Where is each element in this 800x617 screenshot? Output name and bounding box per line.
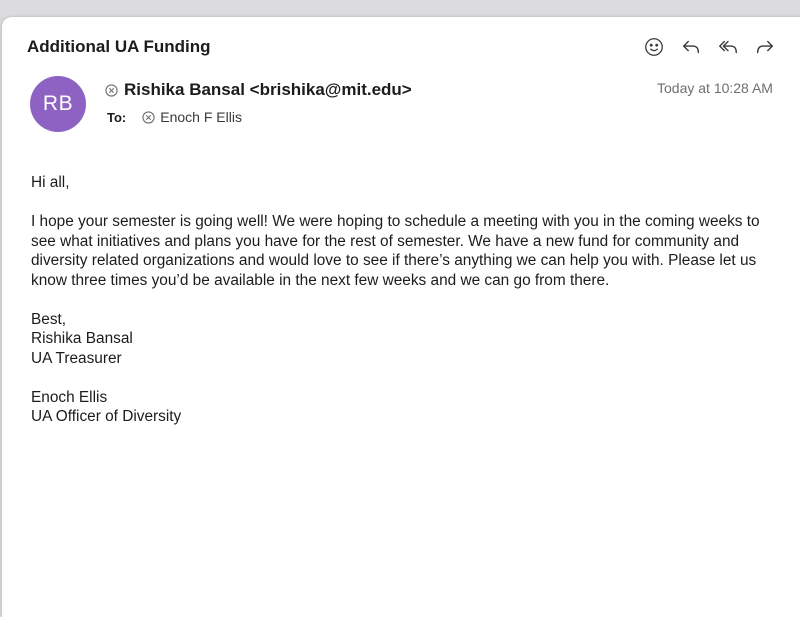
remove-circle-icon[interactable]: [105, 83, 118, 97]
sender-avatar[interactable]: RB: [30, 76, 86, 132]
signature-block-2: Enoch Ellis UA Officer of Diversity: [31, 388, 766, 427]
to-label: To:: [107, 109, 127, 125]
reply-icon[interactable]: [679, 35, 703, 59]
body-paragraph: I hope your semester is going well! We w…: [31, 213, 760, 289]
reply-all-icon[interactable]: [716, 35, 740, 59]
to-row: To: Enoch F Ellis: [107, 109, 242, 125]
message-toolbar: [642, 35, 777, 59]
signature-title-2: UA Officer of Diversity: [31, 408, 182, 425]
closing: Best,: [31, 310, 67, 328]
remove-circle-icon[interactable]: [142, 110, 155, 124]
greeting: Hi all,: [31, 174, 70, 191]
signature-title-1: UA Treasurer: [31, 349, 122, 367]
email-subject: Additional UA Funding: [27, 37, 211, 56]
from-row: Rishika Bansal <brishika@mit.edu>: [105, 80, 412, 100]
recipient-chip[interactable]: Enoch F Ellis: [142, 109, 242, 125]
sender-address[interactable]: Rishika Bansal <brishika@mit.edu>: [124, 80, 412, 100]
signature-block: Best, Rishika Bansal UA Treasurer: [31, 310, 766, 369]
signature-name-1: Rishika Bansal: [31, 330, 133, 347]
smiley-icon[interactable]: [642, 35, 666, 59]
email-body: Hi all, I hope your semester is going we…: [31, 173, 766, 446]
signature-name-2: Enoch Ellis: [31, 388, 108, 406]
forward-icon[interactable]: [753, 35, 777, 59]
email-viewer-window: Additional UA Funding RB Rishika Bansal …: [2, 17, 800, 617]
recipient-name: Enoch F Ellis: [160, 109, 242, 125]
window-top-strip: [0, 0, 800, 17]
email-date: Today at 10:28 AM: [657, 80, 773, 96]
